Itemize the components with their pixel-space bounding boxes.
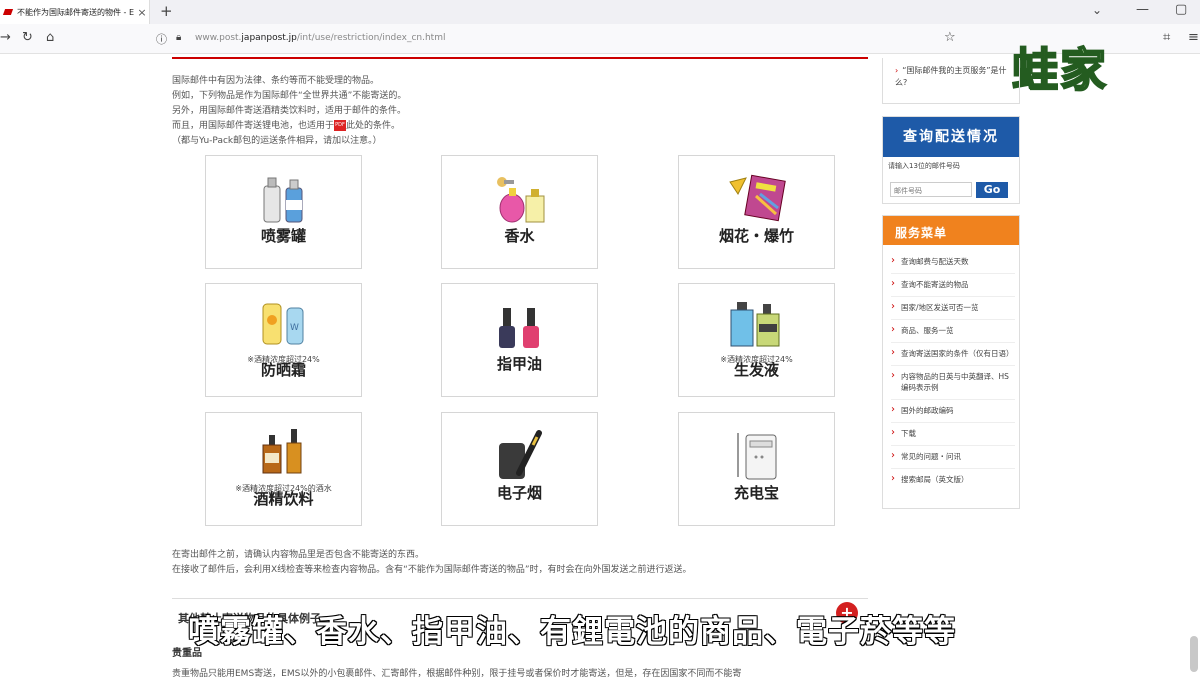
intro-line: （都与Yu-Pack邮包的运送条件相异，请加以注意。） — [172, 136, 382, 146]
reload-icon[interactable]: ↻ — [22, 30, 33, 45]
service-menu-title: 服务菜单 — [883, 216, 1019, 245]
nail-polish-icon — [442, 298, 597, 352]
url-domain: japanpost.jp — [241, 33, 297, 43]
new-tab-icon[interactable]: + — [160, 2, 173, 20]
fireworks-icon — [679, 170, 834, 224]
arrow-icon: › — [895, 66, 899, 75]
menu-item[interactable]: 商品、服务一览 — [891, 320, 1015, 343]
item-name: 电子烟 — [496, 484, 542, 502]
svg-text:W: W — [290, 323, 299, 333]
item-name: 指甲油 — [496, 355, 542, 373]
notice-line: 在寄出邮件之前，请确认内容物品里是否包含不能寄送的东西。 — [172, 550, 425, 560]
perfume-bottle-icon — [442, 170, 597, 224]
tracking-title: 查询配送情况 — [883, 117, 1019, 157]
item-name: 烟花・爆竹 — [718, 227, 794, 245]
section-body: 贵重物品只能用EMS寄送，EMS以外的小包裹邮件、汇寄邮件，根据邮件种别，限于挂… — [172, 669, 742, 679]
lock-icon: 🔒︎ — [176, 32, 182, 43]
tracking-number-input[interactable]: 邮件号码 — [890, 182, 972, 197]
item-name: 香水 — [504, 227, 535, 245]
browser-tab-bar: 不能作为国际邮件寄送的物件 - E × + ⌄ — ▢ — [0, 0, 1200, 24]
url-prefix: www.post. — [195, 33, 242, 43]
header-red-rule — [172, 57, 868, 59]
tracking-label: 请输入13位的邮件号码 — [888, 162, 960, 170]
home-icon[interactable]: ⌂ — [46, 30, 54, 45]
tracking-go-button[interactable]: Go — [976, 182, 1008, 198]
bookmark-star-icon[interactable]: ☆ — [944, 30, 956, 45]
url-bar[interactable]: www.post.japanpost.jp/int/use/restrictio… — [195, 33, 445, 43]
item-card-fireworks[interactable]: 烟花・爆竹 — [678, 155, 835, 269]
item-name: 喷雾罐 — [260, 227, 306, 245]
tab-list-chevron-icon[interactable]: ⌄ — [1092, 3, 1102, 17]
back-arrow-icon[interactable]: → — [0, 30, 11, 45]
spray-can-icon — [206, 170, 361, 224]
scrollbar-thumb[interactable] — [1190, 636, 1198, 672]
site-info-icon[interactable]: ⓘ — [156, 31, 167, 47]
item-card-e-cigarette[interactable]: 电子烟 — [441, 412, 598, 526]
menu-icon[interactable]: ≡ — [1188, 30, 1199, 45]
item-card-power-bank[interactable]: 充电宝 — [678, 412, 835, 526]
tab-title: 不能作为国际邮件寄送的物件 - E — [17, 7, 135, 17]
video-subtitle: 噴霧罐、香水、指甲油、有鋰電池的商品、電子菸等等 — [187, 613, 956, 651]
intro-line: 国际邮件中有因为法律、条约等而不能受理的物品。 — [172, 76, 380, 86]
pdf-icon[interactable]: PDF — [334, 120, 347, 131]
japanpost-favicon-icon — [2, 9, 14, 15]
intro-line-part: 此处的条件。 — [346, 121, 401, 131]
channel-watermark: 蛙家 — [1011, 42, 1108, 98]
item-card-nail-polish[interactable]: 指甲油 — [441, 283, 598, 397]
menu-item[interactable]: 查询邮费与配送天数 — [891, 251, 1015, 274]
intro-line: 另外，用国际邮件寄送酒精类饮料时，适用于邮件的条件。 — [172, 106, 407, 116]
intro-text: 国际邮件中有因为法律、条约等而不能受理的物品。 例如，下列物品是作为国际邮件“全… — [172, 74, 406, 149]
intro-line: 例如，下列物品是作为国际邮件“全世界共通”不能寄送的。 — [172, 91, 407, 101]
power-bank-icon — [679, 427, 834, 481]
service-menu-list: 查询邮费与配送天数 查询不能寄送的物品 国家/地区发送可否一览 商品、服务一览 … — [883, 245, 1019, 491]
item-card-liquor[interactable]: ※酒精浓度超过24%的酒水 酒精饮料 — [205, 412, 362, 526]
menu-item[interactable]: 常见的问题・问讯 — [891, 446, 1015, 469]
item-name: 充电宝 — [733, 484, 779, 502]
item-card-spray-can[interactable]: 喷雾罐 — [205, 155, 362, 269]
liquor-bottles-icon — [206, 423, 361, 477]
menu-item[interactable]: 查询寄送国家的条件（仅有日语） — [891, 343, 1015, 366]
section-divider — [172, 598, 868, 599]
maximize-icon[interactable]: ▢ — [1175, 2, 1187, 17]
hair-tonic-icon — [679, 294, 834, 348]
notice-text: 在寄出邮件之前，请确认内容物品里是否包含不能寄送的东西。 在接收了邮件后，会利用… — [172, 548, 692, 578]
menu-item[interactable]: 国外的邮政编码 — [891, 400, 1015, 423]
menu-item[interactable]: 内容物品的日英与中英翻译、HS编码表示例 — [891, 366, 1015, 400]
item-name: 生发液 — [733, 361, 779, 379]
notice-line: 在接收了邮件后，会利用X线检查等来检查内容物品。含有“不能作为国际邮件寄送的物品… — [172, 565, 692, 575]
item-card-perfume[interactable]: 香水 — [441, 155, 598, 269]
sunscreen-icon: W — [206, 294, 361, 348]
e-cigarette-icon — [442, 427, 597, 481]
item-name: 酒精饮料 — [253, 490, 314, 508]
menu-item[interactable]: 搜索邮局（英文版） — [891, 469, 1015, 491]
minimize-icon[interactable]: — — [1136, 2, 1149, 17]
browser-tab[interactable]: 不能作为国际邮件寄送的物件 - E × — [0, 0, 150, 24]
url-path: /int/use/restriction/index_cn.html — [296, 33, 446, 43]
intro-line: 而且，用国际邮件寄送锂电池，也适用于PDF此处的条件。 — [172, 119, 406, 134]
item-name: 防晒霜 — [260, 361, 306, 379]
menu-item[interactable]: 查询不能寄送的物品 — [891, 274, 1015, 297]
intro-line-part: 而且，用国际邮件寄送锂电池，也适用于 — [172, 121, 335, 131]
menu-item[interactable]: 下载 — [891, 423, 1015, 446]
extensions-icon[interactable]: ⌗ — [1163, 30, 1170, 45]
sidebar-faq-link[interactable]: › “国际邮件我的主页服务”是什么? — [882, 58, 1020, 104]
tab-close-icon[interactable]: × — [135, 6, 149, 19]
menu-item[interactable]: 国家/地区发送可否一览 — [891, 297, 1015, 320]
item-card-sunscreen[interactable]: W ※酒精浓度超过24% 防晒霜 — [205, 283, 362, 397]
item-card-hair-tonic[interactable]: ※酒精浓度超过24% 生发液 — [678, 283, 835, 397]
service-menu: 服务菜单 查询邮费与配送天数 查询不能寄送的物品 国家/地区发送可否一览 商品、… — [882, 215, 1020, 509]
faq-link-text: “国际邮件我的主页服务”是什么? — [895, 66, 1007, 87]
